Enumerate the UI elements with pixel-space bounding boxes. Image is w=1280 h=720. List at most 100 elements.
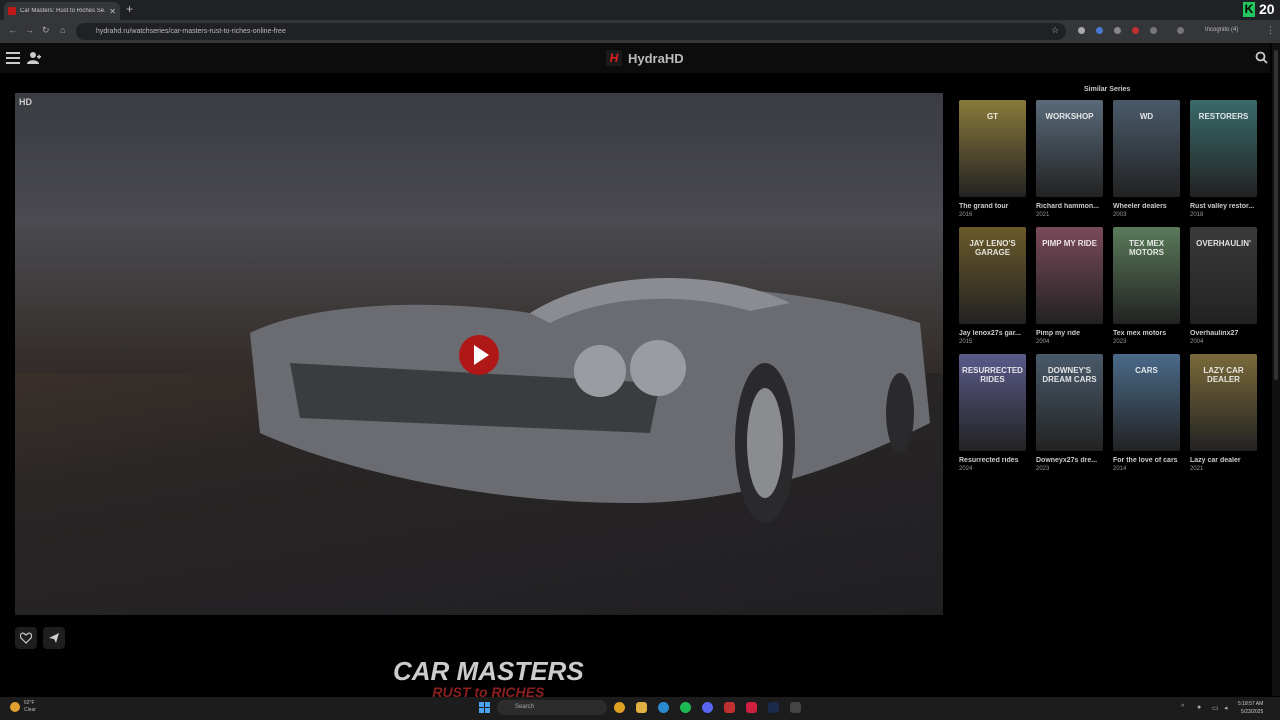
taskbar-search[interactable]: Search	[497, 700, 607, 715]
series-year: 2023	[1036, 466, 1050, 472]
browser-menu-icon[interactable]: ⋮	[1266, 25, 1275, 36]
video-thumbnail-car	[250, 278, 930, 523]
series-card[interactable]: RESURRECTED RIDES Resurrected rides 2024	[959, 354, 1026, 472]
series-year: 2021	[1190, 466, 1204, 472]
app-icon[interactable]	[724, 702, 735, 713]
series-card[interactable]: TEX MEX MOTORS Tex mex motors 2023	[1113, 227, 1180, 345]
series-card[interactable]: GT The grand tour 2016	[959, 100, 1026, 218]
bookmark-star-icon[interactable]: ☆	[1051, 25, 1059, 36]
series-title[interactable]: Richard hammon...	[1036, 203, 1103, 210]
series-poster[interactable]: LAZY CAR DEALER	[1190, 354, 1257, 451]
weather-widget[interactable]: 62°F Clear	[10, 700, 36, 714]
series-poster[interactable]: CARS	[1113, 354, 1180, 451]
series-card[interactable]: WD Wheeler dealers 2003	[1113, 100, 1180, 218]
extensions-puzzle-icon[interactable]	[1150, 27, 1157, 34]
series-poster[interactable]: DOWNEY'S DREAM CARS	[1036, 354, 1103, 451]
tray-chevron-icon[interactable]: ^	[1181, 704, 1184, 711]
extension-icon[interactable]	[1132, 27, 1139, 34]
series-year: 2015	[959, 339, 973, 345]
site-brand[interactable]: H HydraHD	[606, 50, 684, 66]
series-poster[interactable]: RESURRECTED RIDES	[959, 354, 1026, 451]
reload-icon[interactable]: ↻	[42, 25, 50, 36]
moon-icon	[10, 702, 20, 712]
similar-series-heading: Similar Series	[1084, 86, 1131, 93]
series-poster[interactable]: WORKSHOP	[1036, 100, 1103, 197]
incognito-indicator[interactable]: Incognito (4)	[1205, 27, 1238, 33]
series-card[interactable]: RESTORERS Rust valley restor... 2018	[1190, 100, 1257, 218]
sidepanel-icon[interactable]	[1177, 27, 1184, 34]
series-year: 2018	[1190, 212, 1204, 218]
series-title[interactable]: Pimp my ride	[1036, 330, 1103, 337]
series-title[interactable]: Resurrected rides	[959, 457, 1026, 464]
windows-start-icon[interactable]	[479, 702, 490, 713]
file-explorer-icon[interactable]	[636, 702, 647, 713]
series-card[interactable]: PIMP MY RIDE Pimp my ride 2004	[1036, 227, 1103, 345]
series-title[interactable]: Downeyx27s dre...	[1036, 457, 1103, 464]
chrome-icon[interactable]	[614, 702, 625, 713]
close-tab-icon[interactable]: ✕	[109, 7, 116, 16]
series-card[interactable]: OVERHAULIN' Overhaulinx27 2004	[1190, 227, 1257, 345]
edge-icon[interactable]	[658, 702, 669, 713]
share-button[interactable]	[43, 627, 65, 649]
series-card[interactable]: WORKSHOP Richard hammon... 2021	[1036, 100, 1103, 218]
series-poster[interactable]: TEX MEX MOTORS	[1113, 227, 1180, 324]
back-icon[interactable]: ←	[8, 25, 17, 35]
series-poster[interactable]: PIMP MY RIDE	[1036, 227, 1103, 324]
browser-tab[interactable]: Car Masters: Rust to Riches Se... ✕	[4, 2, 120, 20]
address-bar-row: ← → ↻ ⌂ hydrahd.ru/watchseries/car-maste…	[0, 20, 1280, 43]
home-icon[interactable]: ⌂	[60, 25, 65, 35]
series-title[interactable]: Jay lenox27s gar...	[959, 330, 1026, 337]
play-button[interactable]	[459, 335, 499, 375]
forward-icon[interactable]: →	[25, 25, 34, 35]
series-card[interactable]: CARS For the love of cars 2014	[1113, 354, 1180, 472]
series-title[interactable]: The grand tour	[959, 203, 1026, 210]
extension-icon[interactable]	[1114, 27, 1121, 34]
photoshop-icon[interactable]	[768, 702, 779, 713]
series-card[interactable]: JAY LENO'S GARAGE Jay lenox27s gar... 2015	[959, 227, 1026, 345]
discord-icon[interactable]	[702, 702, 713, 713]
series-title[interactable]: Overhaulinx27	[1190, 330, 1257, 337]
adobe-icon[interactable]	[746, 702, 757, 713]
search-icon[interactable]	[1255, 51, 1268, 64]
series-title[interactable]: Tex mex motors	[1113, 330, 1180, 337]
new-tab-icon[interactable]: +	[126, 2, 133, 16]
series-title[interactable]: For the love of cars	[1113, 457, 1180, 464]
series-year: 2004	[1036, 339, 1050, 345]
terminal-icon[interactable]	[790, 702, 801, 713]
video-player[interactable]: HD	[15, 93, 943, 615]
k-extension-icon[interactable]: K	[1243, 2, 1255, 17]
series-poster[interactable]: JAY LENO'S GARAGE	[959, 227, 1026, 324]
poster-title-art: DOWNEY'S DREAM CARS	[1042, 366, 1097, 384]
series-card[interactable]: DOWNEY'S DREAM CARS Downeyx27s dre... 2023	[1036, 354, 1103, 472]
volume-icon[interactable]: ◂	[1224, 704, 1228, 712]
hamburger-menu-icon[interactable]	[6, 52, 20, 64]
tab-title: Car Masters: Rust to Riches Se...	[20, 8, 106, 14]
series-year: 2024	[959, 466, 973, 472]
series-poster[interactable]: GT	[959, 100, 1026, 197]
poster-title-art: TEX MEX MOTORS	[1128, 239, 1165, 257]
network-icon[interactable]: ▭	[1212, 704, 1219, 712]
taskbar-clock[interactable]: 5:18:57 AM 5/23/2025	[1238, 700, 1263, 716]
series-year: 2016	[959, 212, 973, 218]
user-add-icon[interactable]	[27, 51, 41, 65]
browser-tab-bar: Car Masters: Rust to Riches Se... ✕ + K …	[0, 0, 1280, 20]
favorite-button[interactable]	[15, 627, 37, 649]
poster-title-art: PIMP MY RIDE	[1042, 239, 1097, 248]
microphone-icon[interactable]: ●	[1197, 704, 1201, 711]
series-poster[interactable]: OVERHAULIN'	[1190, 227, 1257, 324]
series-title[interactable]: Lazy car dealer	[1190, 457, 1257, 464]
spotify-icon[interactable]	[680, 702, 691, 713]
series-poster[interactable]: WD	[1113, 100, 1180, 197]
scrollbar-thumb[interactable]	[1274, 50, 1278, 380]
url-field[interactable]: hydrahd.ru/watchseries/car-masters-rust-…	[76, 23, 1066, 40]
series-year: 2023	[1113, 339, 1127, 345]
poster-title-art: GT	[986, 112, 999, 121]
show-title-logo: CAR MASTERS RUST to RICHES	[393, 657, 584, 699]
extension-icon[interactable]	[1096, 27, 1103, 34]
series-title[interactable]: Rust valley restor...	[1190, 203, 1257, 210]
series-poster[interactable]: RESTORERS	[1190, 100, 1257, 197]
series-card[interactable]: LAZY CAR DEALER Lazy car dealer 2021	[1190, 354, 1257, 472]
series-title[interactable]: Wheeler dealers	[1113, 203, 1180, 210]
clock-date: 5/23/2025	[1241, 709, 1264, 715]
extension-icon[interactable]	[1078, 27, 1085, 34]
